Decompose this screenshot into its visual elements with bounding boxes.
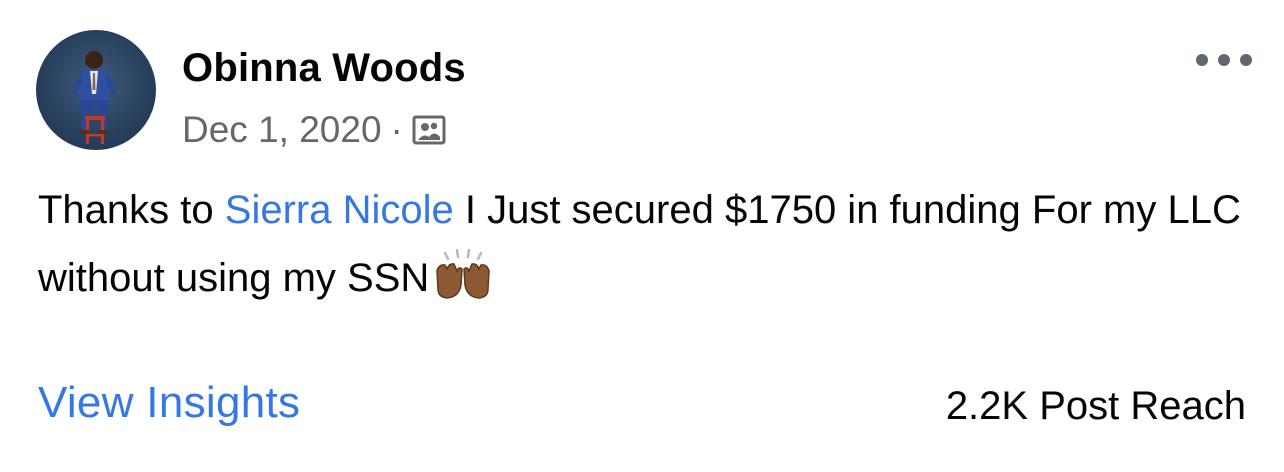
post-card: Obinna Woods Dec 1, 2020 · Thanks to Sie… [0,0,1284,472]
avatar[interactable] [36,30,156,150]
post-reach: 2.2K Post Reach [945,384,1246,428]
view-insights-link[interactable]: View Insights [38,378,300,428]
friends-audience-icon[interactable] [412,113,446,147]
post-text: Thanks to Sierra Nicole I Just secured $… [38,176,1258,312]
more-options-icon[interactable] [1196,50,1252,70]
meta-separator: · [390,109,403,150]
post-meta: Dec 1, 2020 · [182,108,446,152]
post-date[interactable]: Dec 1, 2020 [182,109,382,151]
avatar-photo [72,51,116,144]
author-name[interactable]: Obinna Woods [182,46,466,91]
post-text-before: Thanks to [38,188,225,232]
raising-hands-emoji [433,248,493,301]
mention-link[interactable]: Sierra Nicole [225,188,454,232]
